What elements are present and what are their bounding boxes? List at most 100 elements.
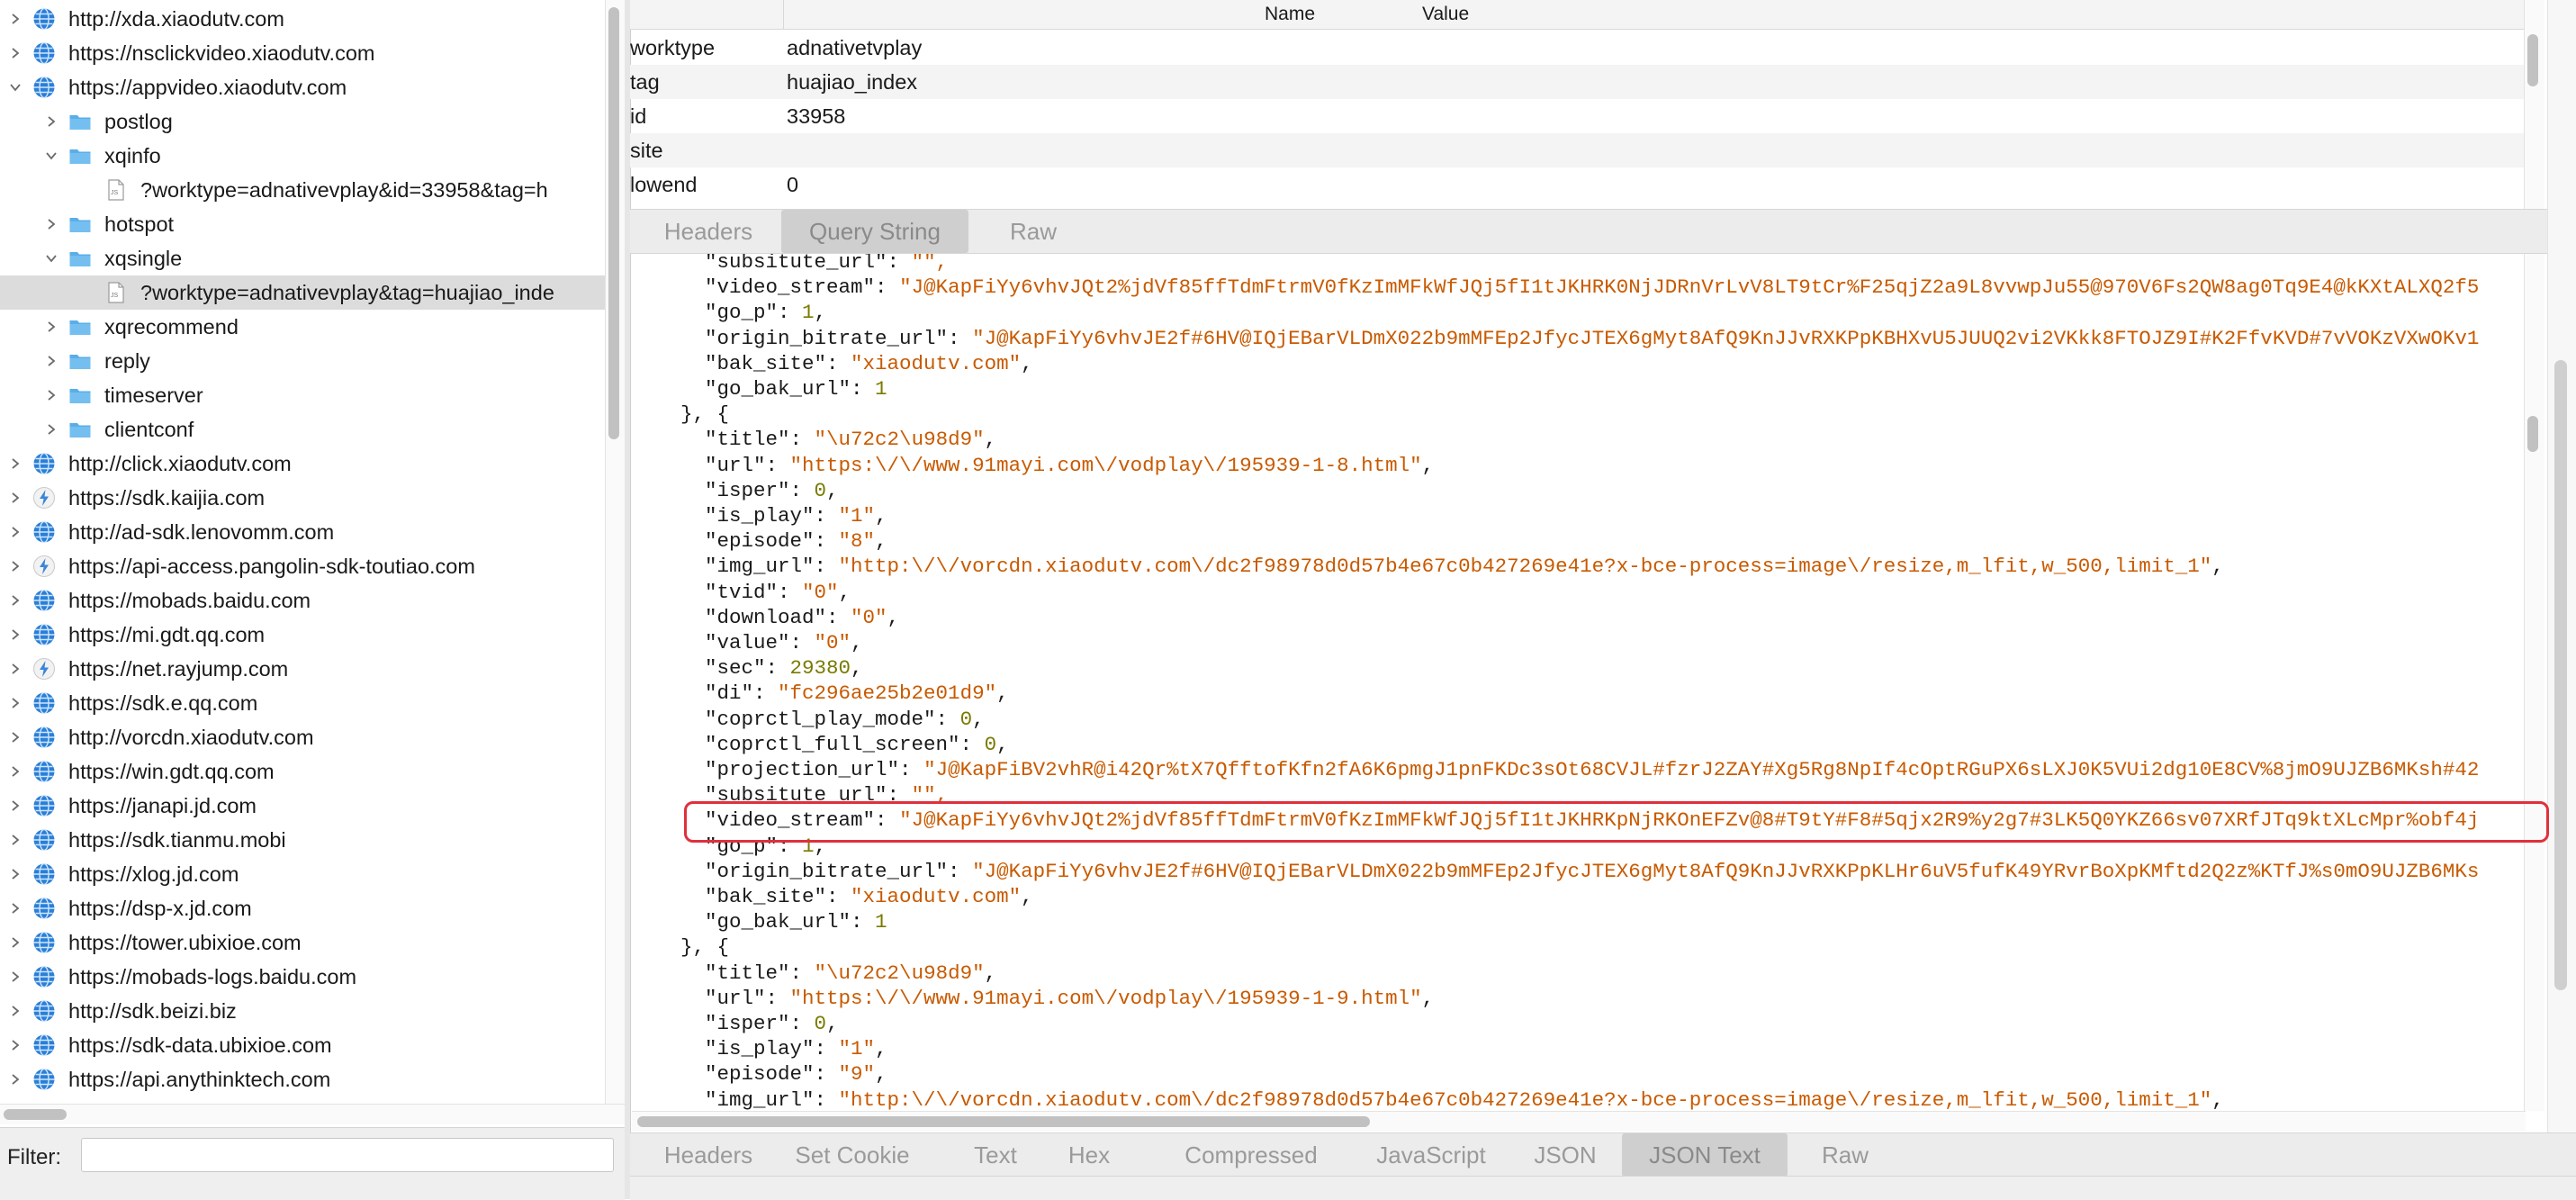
query-table-scrollbar[interactable] (2524, 0, 2544, 209)
tree-host-row[interactable]: https://sdk.kaijia.com (0, 481, 605, 515)
tree-host-row[interactable]: https://nsclickvideo.xiaodutv.com (0, 36, 605, 70)
chevron-right-icon[interactable] (7, 627, 23, 643)
tree-host-row[interactable]: https://appvideo.xiaodutv.com (0, 70, 605, 104)
tree-horizontal-scroll-thumb[interactable] (4, 1109, 67, 1120)
chevron-down-icon[interactable] (43, 250, 59, 266)
tree-host-row[interactable]: https://mobads.baidu.com (0, 583, 605, 618)
chevron-down-icon[interactable] (7, 79, 23, 95)
query-param-row[interactable]: worktype adnativetvplay (630, 31, 2524, 65)
chevron-right-icon[interactable] (7, 934, 23, 951)
tree-host-row[interactable]: https://mi.gdt.qq.com (0, 618, 605, 652)
tree-folder-row[interactable]: hotspot (0, 207, 605, 241)
tree-host-row[interactable]: https://tower.ubixioe.com (0, 925, 605, 960)
tab-text[interactable]: Text (956, 1133, 1035, 1177)
tab-compressed[interactable]: Compressed (1152, 1133, 1350, 1177)
chevron-right-icon[interactable] (43, 387, 59, 403)
tab-javascript[interactable]: JavaScript (1359, 1133, 1503, 1177)
tab-headers[interactable]: Headers (655, 1133, 761, 1177)
chevron-right-icon[interactable] (7, 763, 23, 780)
query-param-row[interactable]: tag huajiao_index (630, 65, 2524, 99)
tree-host-row[interactable]: https://win.gdt.qq.com (0, 754, 605, 789)
chevron-right-icon[interactable] (7, 558, 23, 574)
json-key: "img_url": (705, 555, 839, 579)
tree-host-row[interactable]: https://api.anythinktech.com (0, 1062, 605, 1096)
chevron-right-icon[interactable] (7, 524, 23, 540)
json-horizontal-scroll-thumb[interactable] (637, 1116, 1370, 1127)
tree-host-row[interactable]: https://net.rayjump.com (0, 652, 605, 686)
name-column-header[interactable]: Name (1265, 4, 1315, 25)
json-number: 1 (875, 377, 887, 401)
chevron-right-icon[interactable] (43, 319, 59, 335)
query-param-row[interactable]: site (630, 133, 2524, 167)
tab-json-text[interactable]: JSON Text (1622, 1133, 1788, 1177)
tree-request-row[interactable]: JS ?worktype=adnativevplay&tag=huajiao_in… (0, 275, 605, 310)
json-key: "img_url": (705, 1087, 839, 1111)
chevron-right-icon[interactable] (7, 866, 23, 882)
tree-host-row[interactable]: https://api-access.pangolin-sdk-toutiao.… (0, 549, 605, 583)
outer-vertical-scroll-thumb[interactable] (2554, 360, 2567, 990)
chevron-right-icon[interactable] (7, 969, 23, 985)
tree-folder-row[interactable]: clientconf (0, 412, 605, 447)
tree-host-row[interactable]: https://sdk.tianmu.mobi (0, 823, 605, 857)
chevron-right-icon[interactable] (7, 11, 23, 27)
json-string: "0" (851, 605, 887, 629)
tree-host-row[interactable]: https://dsp-x.jd.com (0, 891, 605, 925)
tree-folder-row[interactable]: timeserver (0, 378, 605, 412)
chevron-right-icon[interactable] (7, 490, 23, 506)
tree-host-row[interactable]: http://xda.xiaodutv.com (0, 2, 605, 36)
json-key: , (972, 707, 985, 731)
tree-folder-row[interactable]: postlog (0, 104, 605, 139)
tab-json[interactable]: JSON (1521, 1133, 1609, 1177)
tree-host-row[interactable]: http://click.xiaodutv.com (0, 447, 605, 481)
chevron-right-icon[interactable] (43, 216, 59, 232)
chevron-right-icon[interactable] (7, 729, 23, 745)
tree-folder-row[interactable]: reply (0, 344, 605, 378)
chevron-right-icon[interactable] (7, 695, 23, 711)
tree-vertical-scroll-thumb[interactable] (608, 7, 619, 439)
tree-host-row[interactable]: http://sdk.beizi.biz (0, 994, 605, 1028)
query-table-header: Name Value (630, 0, 2524, 30)
tree-host-row[interactable]: https://janapi.jd.com (0, 789, 605, 823)
value-column-header[interactable]: Value (1422, 4, 1469, 25)
query-table-scroll-thumb[interactable] (2527, 34, 2538, 86)
tree-folder-row[interactable]: xqrecommend (0, 310, 605, 344)
chevron-right-icon[interactable] (43, 353, 59, 369)
chevron-right-icon[interactable] (7, 456, 23, 472)
tree-folder-row[interactable]: xqsingle (0, 241, 605, 275)
chevron-right-icon[interactable] (7, 661, 23, 677)
tree-host-row[interactable]: https://sdk.e.qq.com (0, 686, 605, 720)
chevron-down-icon[interactable] (43, 148, 59, 164)
chevron-right-icon[interactable] (7, 1037, 23, 1053)
chevron-right-icon[interactable] (7, 592, 23, 609)
chevron-right-icon[interactable] (7, 1003, 23, 1019)
chevron-right-icon[interactable] (7, 45, 23, 61)
tab-set-cookie[interactable]: Set Cookie (781, 1133, 923, 1177)
tree-horizontal-scrollbar[interactable] (0, 1104, 625, 1124)
chevron-right-icon[interactable] (7, 832, 23, 848)
tab-headers[interactable]: Headers (655, 210, 761, 253)
query-param-row[interactable]: lowend 0 (630, 167, 2524, 202)
tree-folder-row[interactable]: xqinfo (0, 139, 605, 173)
chevron-right-icon[interactable] (43, 421, 59, 438)
tree-host-row[interactable]: http://vorcdn.xiaodutv.com (0, 720, 605, 754)
chevron-right-icon[interactable] (7, 900, 23, 916)
tab-raw[interactable]: Raw (988, 210, 1078, 253)
json-text-view[interactable]: "subsitute_url": "", "video_stream": "J@… (632, 254, 2526, 1111)
tree-host-row[interactable]: https://mobads-logs.baidu.com (0, 960, 605, 994)
tab-hex[interactable]: Hex (1053, 1133, 1125, 1177)
tree-request-row[interactable]: JS ?worktype=adnativevplay&id=33958&tag=h (0, 173, 605, 207)
column-separator[interactable] (783, 0, 784, 29)
tab-raw[interactable]: Raw (1800, 1133, 1890, 1177)
filter-input[interactable] (81, 1138, 614, 1172)
json-vertical-scroll-thumb[interactable] (2527, 416, 2538, 452)
tree-host-row[interactable]: https://sdk-data.ubixioe.com (0, 1028, 605, 1062)
query-param-row[interactable]: id 33958 (630, 99, 2524, 133)
chevron-right-icon[interactable] (7, 798, 23, 814)
chevron-right-icon[interactable] (43, 113, 59, 130)
tree-host-row[interactable]: https://xlog.jd.com (0, 857, 605, 891)
tree-host-row[interactable]: http://ad-sdk.lenovomm.com (0, 515, 605, 549)
tab-query-string[interactable]: Query String (781, 210, 968, 253)
chevron-right-icon[interactable] (7, 1071, 23, 1087)
json-vertical-scrollbar[interactable] (2524, 254, 2544, 1111)
